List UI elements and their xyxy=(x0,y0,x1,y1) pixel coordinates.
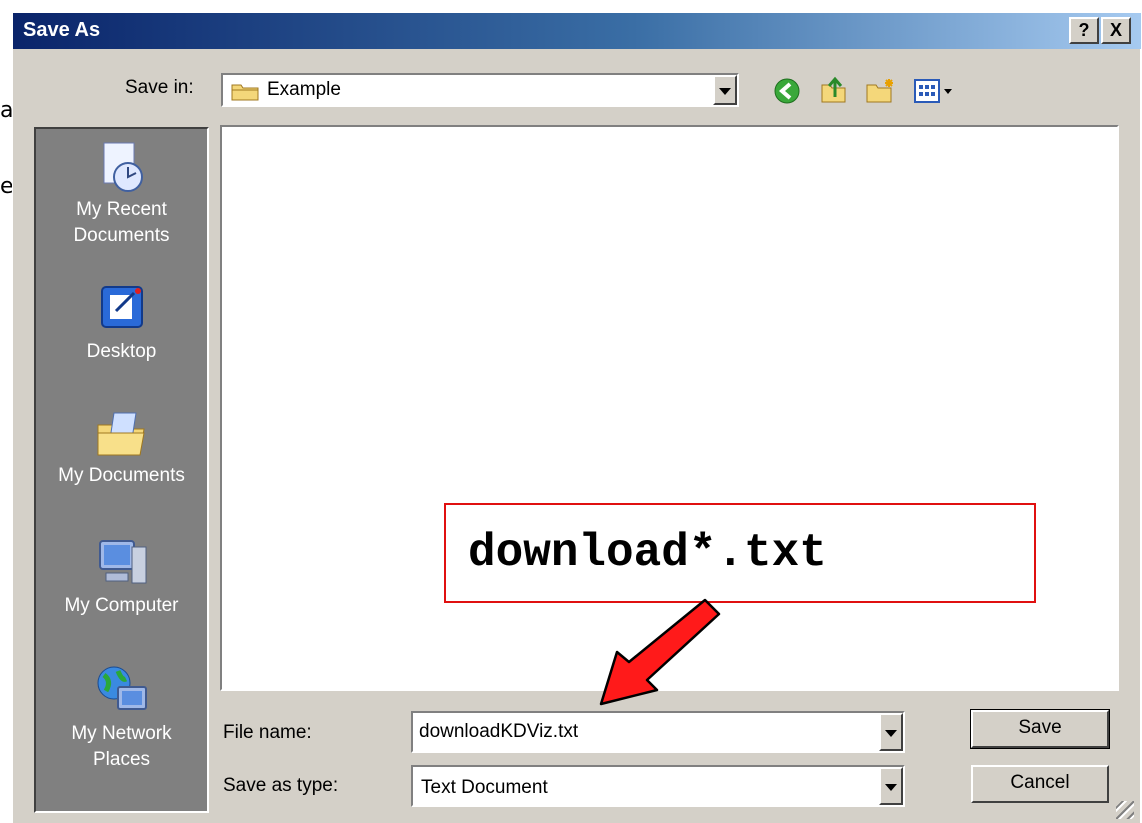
save-in-combobox[interactable]: Example xyxy=(221,73,739,107)
place-label: My Documents xyxy=(58,465,185,486)
network-places-icon xyxy=(97,666,147,710)
up-folder-icon[interactable] xyxy=(819,75,849,105)
place-label: Places xyxy=(92,749,151,770)
resize-grip[interactable] xyxy=(1116,801,1134,819)
new-folder-icon[interactable] xyxy=(865,75,897,105)
save-as-type-select[interactable]: Text Document xyxy=(411,765,905,807)
save-button[interactable]: Save xyxy=(970,709,1110,749)
callout-text: download*.txt xyxy=(468,527,827,579)
file-name-dropdown-button[interactable] xyxy=(879,713,903,751)
chevron-down-icon xyxy=(885,784,897,791)
place-label: My Network xyxy=(71,723,172,744)
save-as-type-label: Save as type: xyxy=(223,775,339,796)
title-bar: Save As ? X xyxy=(13,13,1141,49)
help-button[interactable]: ? xyxy=(1069,17,1099,44)
place-label: Desktop xyxy=(86,341,157,362)
save-in-dropdown-button[interactable] xyxy=(713,75,737,105)
save-as-dialog: Save As ? X Save in: Example My Recent D… xyxy=(12,12,1141,823)
chevron-down-icon xyxy=(719,88,731,95)
recent-documents-icon xyxy=(103,142,143,192)
place-my-network-places[interactable]: My Network Places xyxy=(36,661,207,773)
chevron-down-icon xyxy=(885,730,897,737)
file-name-value: downloadKDViz.txt xyxy=(419,721,579,742)
place-desktop[interactable]: Desktop xyxy=(36,279,207,365)
view-menu-icon[interactable] xyxy=(913,77,957,105)
folder-icon xyxy=(231,84,259,101)
my-computer-icon xyxy=(98,540,146,584)
back-icon[interactable] xyxy=(773,77,801,105)
file-name-field[interactable]: downloadKDViz.txt xyxy=(411,711,905,753)
place-my-computer[interactable]: My Computer xyxy=(36,533,207,619)
desktop-icon xyxy=(100,286,143,328)
place-my-documents[interactable]: My Documents xyxy=(36,403,207,489)
callout-box: download*.txt xyxy=(444,503,1036,603)
file-name-label: File name: xyxy=(223,722,312,743)
save-in-label: Save in: xyxy=(125,77,194,98)
places-bar: My Recent Documents Desktop My Documents xyxy=(34,127,209,813)
place-label: Documents xyxy=(73,225,170,246)
cancel-button[interactable]: Cancel xyxy=(971,765,1109,803)
place-label: My Computer xyxy=(64,595,179,616)
place-label: My Recent xyxy=(76,199,167,220)
dialog-title: Save As xyxy=(23,19,101,41)
save-in-value: Example xyxy=(267,79,341,100)
save-as-type-dropdown-button[interactable] xyxy=(879,767,903,805)
my-documents-icon xyxy=(97,412,145,456)
place-my-recent-documents[interactable]: My Recent Documents xyxy=(36,137,207,249)
save-as-type-value: Text Document xyxy=(421,777,548,798)
close-button[interactable]: X xyxy=(1101,17,1131,44)
callout-arrow-icon xyxy=(599,598,721,706)
